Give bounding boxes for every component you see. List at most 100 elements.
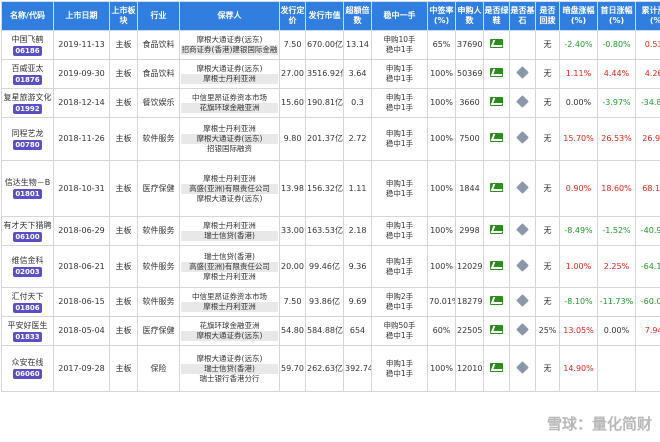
stock-name[interactable]: 汇付天下 xyxy=(3,292,52,302)
stock-name-cell[interactable]: 百威亚太 01876 xyxy=(1,59,54,89)
sponsor-name: 摩根大通证券(远东) xyxy=(196,64,263,73)
dark-pool-change: 13.05% xyxy=(559,316,598,346)
stock-code-badge[interactable]: 02003 xyxy=(13,267,42,277)
stock-name-cell[interactable]: 众安在线 06060 xyxy=(1,345,54,392)
stock-name[interactable]: 百威亚太 xyxy=(3,64,52,74)
stock-name[interactable]: 中国飞鹤 xyxy=(3,35,52,45)
stock-code-badge[interactable]: 00780 xyxy=(13,139,42,150)
column-header[interactable]: 首日涨幅(%) xyxy=(597,1,636,31)
stock-name-cell[interactable]: 信达生物－B 01801 xyxy=(1,160,54,217)
table-row[interactable]: 众安在线 06060 2017-09-28 主板 保险 摩根大通证券(远东) 瑞士信贷(香港… xyxy=(1,345,660,392)
stock-name[interactable]: 有才天下猎聘 xyxy=(3,221,52,231)
stock-name[interactable]: 维信金科 xyxy=(3,256,52,266)
stock-name-cell[interactable]: 同程艺龙 00780 xyxy=(1,117,54,161)
table-row[interactable]: 百威亚太 01876 2019-09-30 主板 食品饮料 摩根大通证券(远东) 摩根士丹利… xyxy=(1,59,660,89)
market-cap: 156.32亿 xyxy=(305,160,344,217)
dark-pool-change: 0.00% xyxy=(559,88,598,118)
sponsor-name: 花旗环球金融亚洲 xyxy=(199,321,260,330)
stock-name-cell[interactable]: 复星旅游文化 01992 xyxy=(1,88,54,118)
column-header[interactable]: 行业 xyxy=(137,1,180,31)
column-header[interactable]: 申购人数 xyxy=(455,1,484,31)
column-header[interactable]: 名称/代码 xyxy=(1,1,54,31)
greenshoe-cell xyxy=(483,30,510,60)
stock-code-badge[interactable]: 06186 xyxy=(13,45,42,56)
table-row[interactable]: 平安好医生 01833 2018-05-04 主板 医疗保健 花旗环球金融亚洲 摩根大通证券… xyxy=(1,316,660,346)
stock-name[interactable]: 信达生物－B xyxy=(3,178,52,188)
cornerstone-cell xyxy=(509,59,536,89)
cornerstone-icon xyxy=(516,131,529,144)
table-row[interactable]: 汇付天下 01806 2018-06-15 主板 软件服务 中信里昂证券资本市场 摩根士丹利… xyxy=(1,287,660,317)
issue-price: 54.80 xyxy=(279,316,306,346)
stock-name[interactable]: 平安好医生 xyxy=(3,321,52,331)
greenshoe-cell xyxy=(483,316,510,346)
stock-code-badge[interactable]: 01876 xyxy=(13,74,42,85)
column-header[interactable]: 是否基石 xyxy=(509,1,536,31)
column-header[interactable]: 暗盘涨幅(%) xyxy=(559,1,598,31)
column-header[interactable]: 累计涨幅(%) xyxy=(635,1,660,31)
stock-code-badge[interactable]: 06060 xyxy=(13,369,42,379)
market-cap: 584.88亿 xyxy=(305,316,344,346)
stock-name-cell[interactable]: 中国飞鹤 06186 xyxy=(1,30,54,60)
stock-code-badge[interactable]: 01806 xyxy=(13,302,42,313)
issue-price: 13.98 xyxy=(279,160,306,217)
stock-code-badge[interactable]: 01833 xyxy=(13,331,42,342)
stock-code-badge[interactable]: 06100 xyxy=(13,231,42,242)
table-row[interactable]: 中国飞鹤 06186 2019-11-13 主板 食品饮料 摩根大通证券(远东) 招商证券(… xyxy=(1,30,660,60)
industry: 软件服务 xyxy=(137,117,180,161)
greenshoe-cell xyxy=(483,287,510,317)
column-header[interactable]: 发行定价 xyxy=(279,1,306,31)
table-row[interactable]: 同程艺龙 00780 2018-11-26 主板 软件服务 摩根士丹利亚洲 摩根大通证券(远… xyxy=(1,117,660,161)
table-row[interactable]: 信达生物－B 01801 2018-10-31 主板 医疗保健 摩根士丹利亚洲 高盛(亚洲)… xyxy=(1,160,660,217)
cornerstone-icon xyxy=(516,95,529,108)
column-header[interactable]: 是否回拨 xyxy=(535,1,560,31)
issue-price: 27.00 xyxy=(279,59,306,89)
cumulative-change: -34.87% xyxy=(635,88,660,118)
stock-name[interactable]: 众安在线 xyxy=(3,358,52,368)
stock-name-cell[interactable]: 有才天下猎聘 06100 xyxy=(1,216,54,246)
listing-board: 主板 xyxy=(109,245,138,288)
column-header[interactable]: 保荐人 xyxy=(179,1,280,31)
stock-code-badge[interactable]: 01801 xyxy=(13,189,42,199)
column-header[interactable]: 上市板块 xyxy=(109,1,138,31)
stock-name[interactable]: 同程艺龙 xyxy=(3,129,52,139)
lot-line: 稳中1手 xyxy=(385,103,414,112)
table-row[interactable]: 有才天下猎聘 06100 2018-06-29 主板 软件服务 摩根士丹利亚洲 瑞士信贷(香… xyxy=(1,216,660,246)
lot-cell: 申购10手 稳中1手 xyxy=(371,30,428,60)
clawback: 25% xyxy=(535,316,560,346)
stock-name-cell[interactable]: 平安好医生 01833 xyxy=(1,316,54,346)
column-header[interactable]: 是否绿鞋 xyxy=(483,1,510,31)
greenshoe-cell xyxy=(483,245,510,288)
column-header[interactable]: 超额倍数 xyxy=(343,1,372,31)
lot-cell: 申购1手 稳中1手 xyxy=(371,88,428,118)
industry: 医疗保健 xyxy=(137,316,180,346)
clawback: 无 xyxy=(535,287,560,317)
cumulative-change: 0.53% xyxy=(635,30,660,60)
listing-date: 2018-10-31 xyxy=(53,160,110,217)
first-day-change: -0.80% xyxy=(597,30,636,60)
market-cap: 93.86亿 xyxy=(305,287,344,317)
stock-name-cell[interactable]: 汇付天下 01806 xyxy=(1,287,54,317)
clawback: 无 xyxy=(535,345,560,392)
listing-board: 主板 xyxy=(109,345,138,392)
allotment-rate: 100% xyxy=(427,88,456,118)
oversubscription: 13.14 xyxy=(343,30,372,60)
listing-board: 主板 xyxy=(109,59,138,89)
table-row[interactable]: 复星旅游文化 01992 2018-12-14 主板 餐饮娱乐 中信里昂证券资本市场 花旗环… xyxy=(1,88,660,118)
stock-code-badge[interactable]: 01992 xyxy=(13,103,42,114)
column-header[interactable]: 上市日期 xyxy=(53,1,110,31)
column-header[interactable]: 中签率(%) xyxy=(427,1,456,31)
column-header[interactable]: 稳中一手 xyxy=(371,1,428,31)
column-header[interactable]: 发行市值 xyxy=(305,1,344,31)
industry: 软件服务 xyxy=(137,216,180,246)
greenshoe-icon xyxy=(490,39,503,48)
cornerstone-icon xyxy=(516,360,529,374)
table-row[interactable]: 维信金科 02003 2018-06-21 主板 软件服务 瑞士信贷(香港) 高盛(亚洲)有… xyxy=(1,245,660,288)
listing-date: 2018-06-21 xyxy=(53,245,110,288)
lot-line: 申购1手 xyxy=(385,64,414,73)
listing-board: 主板 xyxy=(109,287,138,317)
industry: 保险 xyxy=(137,345,180,392)
greenshoe-icon xyxy=(490,362,503,372)
stock-name[interactable]: 复星旅游文化 xyxy=(3,93,52,103)
lot-line: 稳中1手 xyxy=(385,331,414,340)
stock-name-cell[interactable]: 维信金科 02003 xyxy=(1,245,54,288)
